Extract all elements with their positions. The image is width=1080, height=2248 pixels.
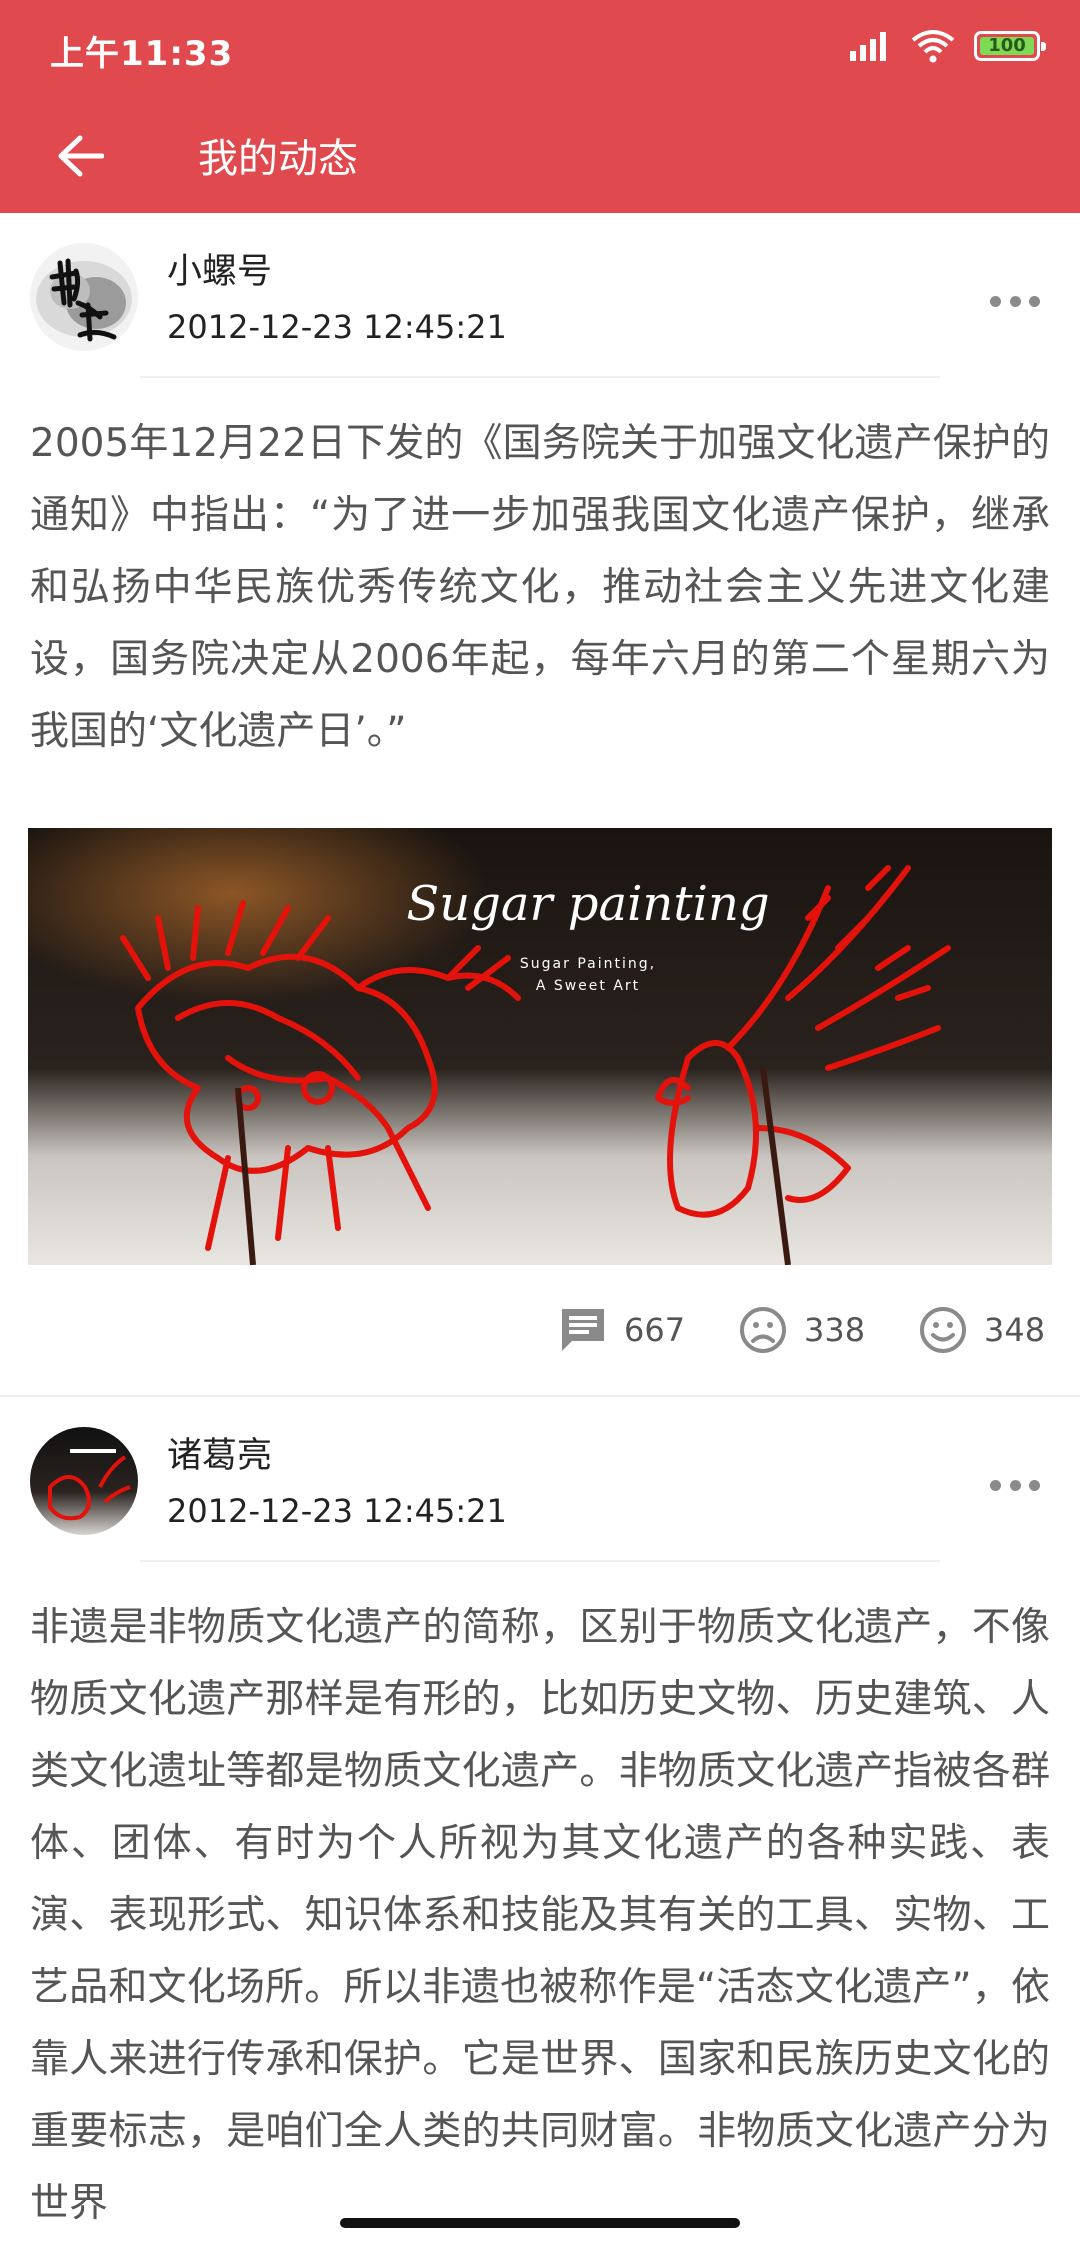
like-button[interactable]: 348 — [918, 1305, 1045, 1355]
more-dots-icon — [1029, 1479, 1040, 1491]
app-bar: 我的动态 — [0, 96, 1080, 213]
status-time: 上午11:33 — [50, 34, 234, 74]
post-image[interactable]: Sugar painting Sugar Painting, A Sweet A… — [28, 828, 1052, 1265]
battery-icon: 100 — [974, 31, 1046, 61]
image-subtitle-2: A Sweet Art — [536, 978, 640, 994]
post-feed: 小螺号 2012-12-23 12:45:21 2005年12月22日下发的《国… — [0, 213, 1080, 2240]
avatar[interactable] — [30, 1427, 138, 1535]
username[interactable]: 诸葛亮 — [167, 1427, 272, 1478]
like-count: 348 — [984, 1311, 1046, 1349]
signal-icon — [850, 32, 886, 61]
avatar[interactable] — [30, 243, 138, 351]
status-bar: 上午11:33 100 — [0, 0, 1080, 96]
post-header: 小螺号 2012-12-23 12:45:21 — [0, 213, 1080, 378]
post-timestamp: 2012-12-23 12:45:21 — [167, 308, 507, 346]
more-dots-icon — [1029, 295, 1040, 307]
username[interactable]: 小螺号 — [167, 243, 272, 294]
battery-level: 100 — [980, 37, 1034, 55]
image-title: Sugar painting — [406, 876, 769, 932]
ink-calligraphy-avatar-image — [30, 243, 138, 351]
post-text: 非遗是非物质文化遗产的简称，区别于物质文化遗产，不像物质文化遗产那样是有形的，比… — [30, 1605, 1050, 2226]
sugar-painting-image: Sugar painting Sugar Painting, A Sweet A… — [28, 828, 1052, 1265]
post-item: 小螺号 2012-12-23 12:45:21 2005年12月22日下发的《国… — [0, 213, 1080, 1397]
comment-count: 667 — [624, 1311, 686, 1349]
dislike-button[interactable]: 338 — [738, 1305, 865, 1355]
more-options-button[interactable] — [980, 1465, 1050, 1505]
post-actions: 667 338 348 — [0, 1265, 1080, 1395]
home-indicator[interactable] — [340, 2218, 740, 2228]
more-dots-icon — [1009, 1479, 1021, 1491]
post-timestamp: 2012-12-23 12:45:21 — [167, 1492, 507, 1530]
comment-button[interactable]: 667 — [558, 1305, 685, 1355]
post-header: 诸葛亮 2012-12-23 12:45:21 — [0, 1397, 1080, 1562]
more-options-button[interactable] — [980, 281, 1050, 321]
wifi-icon — [911, 30, 955, 63]
sugar-painting-avatar-image — [30, 1427, 138, 1535]
back-arrow-icon — [58, 135, 104, 177]
post-item: 诸葛亮 2012-12-23 12:45:21 非遗是非物质文化遗产的简称，区别… — [0, 1397, 1080, 2240]
page-title: 我的动态 — [198, 136, 358, 182]
image-subtitle-1: Sugar Painting, — [520, 956, 656, 972]
status-icons: 100 — [848, 28, 1046, 64]
smile-face-icon — [920, 1307, 966, 1353]
post-text: 2005年12月22日下发的《国务院关于加强文化遗产保护的通知》中指出：“为了进… — [30, 421, 1050, 754]
sad-face-icon — [740, 1307, 786, 1353]
comment-icon — [562, 1309, 604, 1351]
more-dots-icon — [1009, 295, 1021, 307]
top-bar: 上午11:33 100 我的动态 — [0, 0, 1080, 213]
divider — [140, 376, 940, 378]
divider — [140, 1560, 940, 1562]
back-button[interactable] — [40, 116, 120, 196]
more-dots-icon — [990, 295, 1001, 307]
dislike-count: 338 — [804, 1311, 866, 1349]
more-dots-icon — [990, 1479, 1001, 1491]
